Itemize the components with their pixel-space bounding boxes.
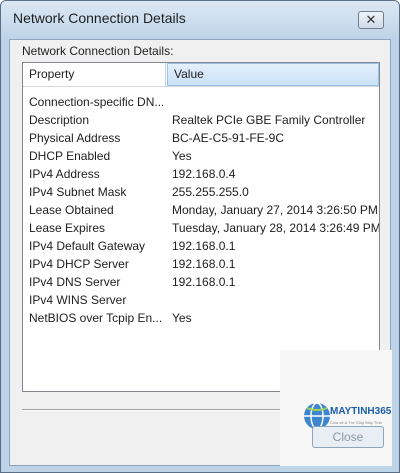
- value-cell: Monday, January 27, 2014 3:26:50 PM: [172, 203, 378, 217]
- property-cell: DHCP Enabled: [29, 149, 111, 163]
- property-cell: IPv4 Address: [29, 167, 100, 181]
- value-cell: Tuesday, January 28, 2014 3:26:49 PM: [172, 221, 380, 235]
- value-cell: BC-AE-C5-91-FE-9C: [172, 131, 285, 145]
- table-row[interactable]: IPv4 Subnet Mask 255.255.255.0: [23, 183, 379, 201]
- property-cell: NetBIOS over Tcpip En...: [29, 311, 163, 325]
- table-row[interactable]: IPv4 WINS Server: [23, 291, 379, 309]
- column-header-value[interactable]: Value: [167, 63, 379, 86]
- table-row[interactable]: IPv4 Address 192.168.0.4: [23, 165, 379, 183]
- table-row[interactable]: Lease Expires Tuesday, January 28, 2014 3…: [23, 219, 379, 237]
- property-cell: IPv4 DHCP Server: [29, 257, 129, 271]
- table-row[interactable]: Description Realtek PCIe GBE Family Contr…: [23, 111, 379, 129]
- property-cell: IPv4 Default Gateway: [29, 239, 146, 253]
- table-row[interactable]: Connection-specific DN...: [23, 93, 379, 111]
- close-button[interactable]: Close: [312, 426, 384, 448]
- details-label: Network Connection Details:: [22, 44, 174, 58]
- value-cell: 192.168.0.1: [172, 257, 236, 271]
- table-row[interactable]: IPv4 Default Gateway 192.168.0.1: [23, 237, 379, 255]
- property-cell: Physical Address: [29, 131, 121, 145]
- column-header-property[interactable]: Property: [23, 63, 166, 86]
- window-title: Network Connection Details: [13, 10, 186, 26]
- table-row[interactable]: IPv4 DNS Server 192.168.0.1: [23, 273, 379, 291]
- watermark: MAYTINH365 Chia sẻ & Trợ Giúp Máy Tính: [280, 350, 392, 466]
- value-cell: 255.255.255.0: [172, 185, 249, 199]
- list-rows: Connection-specific DN... Description Rea…: [23, 93, 379, 327]
- watermark-tagline: Chia sẻ & Trợ Giúp Máy Tính: [330, 420, 382, 425]
- property-cell: Lease Expires: [29, 221, 106, 235]
- window-close-button[interactable]: ✕: [358, 11, 384, 29]
- property-cell: IPv4 DNS Server: [29, 275, 121, 289]
- value-cell: 192.168.0.1: [172, 275, 236, 289]
- property-cell: IPv4 Subnet Mask: [29, 185, 127, 199]
- value-cell: Realtek PCIe GBE Family Controller: [172, 113, 366, 127]
- value-cell: Yes: [172, 149, 192, 163]
- dialog-window: Network Connection Details ✕ Network Con…: [0, 0, 400, 473]
- close-icon: ✕: [365, 12, 377, 27]
- table-row[interactable]: DHCP Enabled Yes: [23, 147, 379, 165]
- property-cell: Connection-specific DN...: [29, 95, 163, 109]
- property-cell: Lease Obtained: [29, 203, 114, 217]
- table-row[interactable]: NetBIOS over Tcpip En... Yes: [23, 309, 379, 327]
- list-header: Property Value: [23, 63, 379, 87]
- property-cell: Description: [29, 113, 90, 127]
- value-cell: Yes: [172, 311, 192, 325]
- table-row[interactable]: Physical Address BC-AE-C5-91-FE-9C: [23, 129, 379, 147]
- dialog-body: Network Connection Details: Property Val…: [9, 39, 392, 466]
- details-list[interactable]: Property Value Connection-specific DN...…: [22, 62, 380, 392]
- value-cell: 192.168.0.1: [172, 239, 236, 253]
- table-row[interactable]: Lease Obtained Monday, January 27, 2014 3…: [23, 201, 379, 219]
- table-row[interactable]: IPv4 DHCP Server 192.168.0.1: [23, 255, 379, 273]
- watermark-brand: MAYTINH365: [330, 406, 392, 417]
- property-cell: IPv4 WINS Server: [29, 293, 127, 307]
- title-bar[interactable]: Network Connection Details ✕: [1, 1, 399, 39]
- value-cell: 192.168.0.4: [172, 167, 236, 181]
